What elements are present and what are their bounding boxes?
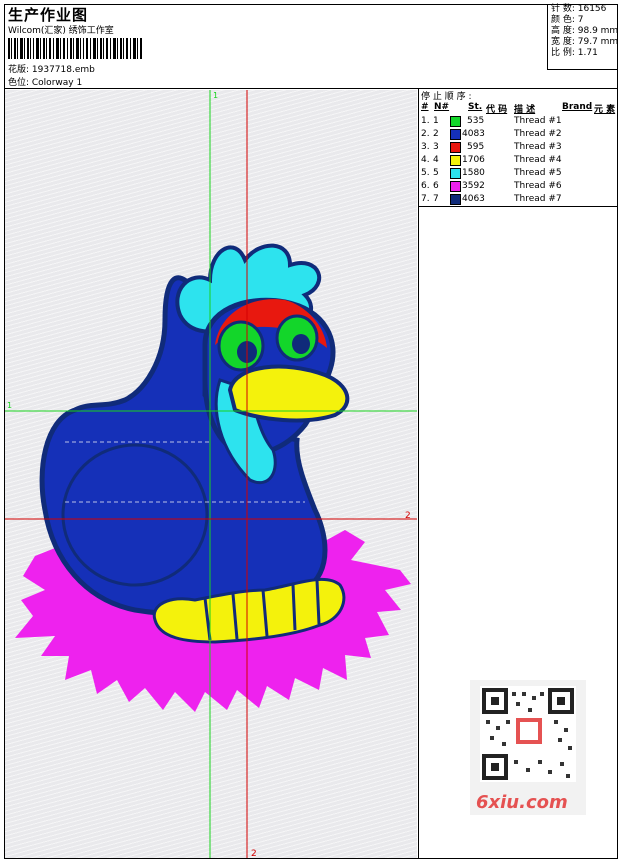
thread-swatch: [450, 194, 461, 205]
thread-row: 4. 4 1706 Thread #4: [421, 155, 562, 166]
barcode: [8, 38, 142, 59]
stats-panel: 针 数: 16156 颜 色: 7 高 度: 98.9 mm 宽 度: 79.7…: [547, 4, 618, 70]
colorway-label: 色位: Colorway 1: [8, 78, 83, 88]
thread-sequence-panel: 停 止 顺 序 : # N# St. 代 码 描 述 Brand 元 素 1. 1…: [419, 89, 618, 207]
stat-height: 高 度: 98.9 mm: [551, 26, 619, 36]
watermark-site: 6xiu.com: [476, 792, 568, 813]
col-header-stitch: St.: [468, 102, 483, 112]
thread-row: 3. 3 595 Thread #3: [421, 142, 562, 153]
col-header-element: 元 素: [594, 105, 616, 115]
thread-swatch: [450, 168, 461, 179]
studio-name: Wilcom(汇家) 绣饰工作室: [8, 26, 114, 36]
thread-row: 2. 2 4083 Thread #2: [421, 129, 562, 140]
marker-top: 1: [213, 91, 218, 100]
thread-swatch: [450, 116, 461, 127]
stat-width: 宽 度: 79.7 mm: [551, 37, 619, 47]
thread-swatch: [450, 181, 461, 192]
thread-swatch: [450, 129, 461, 140]
marker-bottom: 2: [251, 849, 257, 858]
page-title: 生产作业图: [8, 6, 89, 24]
thread-row: 7. 7 4063 Thread #7: [421, 194, 562, 205]
thread-swatch: [450, 155, 461, 166]
marker-left: 1: [7, 401, 12, 410]
col-header-code: 代 码: [486, 105, 508, 115]
header-panel: 生产作业图 Wilcom(汇家) 绣饰工作室 花版: 1937718.emb 色…: [4, 4, 618, 89]
col-header-desc: 描 述: [514, 105, 536, 115]
col-header-needle: N#: [434, 102, 450, 112]
thread-row: 5. 5 1580 Thread #5: [421, 168, 562, 179]
marker-right: 2: [405, 511, 411, 521]
embroidery-preview: 1 1 2 2: [5, 90, 417, 859]
stat-ratio: 比 例: 1.71: [551, 48, 598, 58]
design-file-label: 花版: 1937718.emb: [8, 65, 95, 75]
thread-row: 1. 1 535 Thread #1: [421, 116, 562, 127]
thread-panel-title: 停 止 顺 序 :: [421, 92, 472, 102]
stat-stitches: 针 数: 16156: [551, 4, 607, 14]
col-header-brand: Brand: [562, 102, 593, 112]
col-header-index: #: [421, 102, 429, 112]
thread-swatch: [450, 142, 461, 153]
design-canvas[interactable]: 1 1 2 2: [5, 90, 417, 859]
thread-row: 6. 6 3592 Thread #6: [421, 181, 562, 192]
stat-colors: 颜 色: 7: [551, 15, 584, 25]
